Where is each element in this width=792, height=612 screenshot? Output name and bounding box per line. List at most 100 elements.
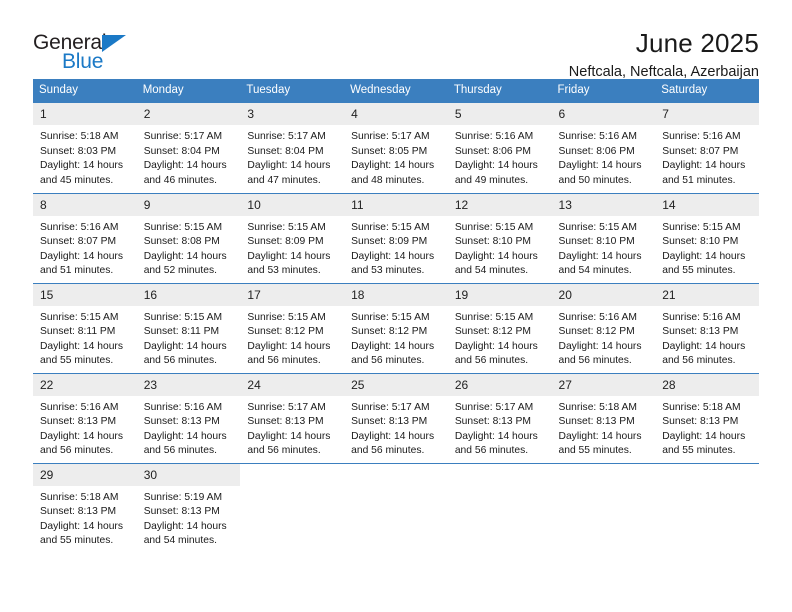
calendar-day-cell[interactable]: 30 Sunrise: 5:19 AM Sunset: 8:13 PM Dayligh… — [136, 462, 241, 553]
day-cell-inner: 10 Sunrise: 5:15 AM Sunset: 8:09 PM Dayligh… — [240, 193, 345, 283]
calendar-day-cell[interactable]: 14 Sunrise: 5:15 AM Sunset: 8:10 PM Dayligh… — [655, 192, 759, 283]
day-number: 4 — [344, 103, 448, 125]
calendar-day-cell-empty — [240, 462, 345, 554]
day-cell-inner: 23 Sunrise: 5:16 AM Sunset: 8:13 PM Dayligh… — [136, 373, 241, 463]
daylight-text-line1: Daylight: 14 hours — [662, 250, 746, 262]
calendar-day-cell[interactable]: 7 Sunrise: 5:16 AM Sunset: 8:07 PM Daylight… — [655, 103, 759, 193]
calendar-day-cell[interactable]: 8 Sunrise: 5:16 AM Sunset: 8:07 PM Daylight… — [33, 192, 137, 283]
day-cell-inner: 13 Sunrise: 5:15 AM Sunset: 8:10 PM Dayligh… — [551, 193, 656, 283]
calendar-day-cell[interactable]: 27 Sunrise: 5:18 AM Sunset: 8:13 PM Dayligh… — [551, 372, 656, 463]
calendar-day-cell[interactable]: 29 Sunrise: 5:18 AM Sunset: 8:13 PM Dayligh… — [33, 462, 137, 554]
day-number: 26 — [447, 373, 552, 396]
sunrise-text: Sunrise: 5:16 AM — [143, 401, 223, 413]
calendar-day-cell[interactable]: 15 Sunrise: 5:15 AM Sunset: 8:11 PM Dayligh… — [33, 282, 137, 373]
sunset-text: Sunset: 8:13 PM — [143, 506, 220, 518]
calendar-day-cell[interactable]: 10 Sunrise: 5:15 AM Sunset: 8:09 PM Dayligh… — [240, 192, 345, 283]
day-number: 2 — [136, 103, 241, 125]
day-cell-inner — [655, 464, 759, 554]
day-cell-inner — [552, 464, 656, 554]
calendar-day-cell[interactable]: 9 Sunrise: 5:15 AM Sunset: 8:08 PM Daylight… — [136, 192, 241, 283]
day-number: 5 — [447, 103, 552, 125]
sunset-text: Sunset: 8:13 PM — [143, 416, 220, 428]
day-cell-inner: 21 Sunrise: 5:16 AM Sunset: 8:13 PM Dayligh… — [655, 283, 759, 373]
daylight-text-line1: Daylight: 14 hours — [351, 160, 435, 172]
daylight-text-line2: and 52 minutes. — [143, 265, 217, 277]
calendar-day-cell[interactable]: 26 Sunrise: 5:17 AM Sunset: 8:13 PM Dayligh… — [447, 372, 552, 463]
daylight-text-line1: Daylight: 14 hours — [454, 160, 538, 172]
daylight-text-line2: and 47 minutes. — [247, 174, 321, 186]
calendar-day-cell[interactable]: 25 Sunrise: 5:17 AM Sunset: 8:13 PM Dayligh… — [344, 372, 448, 463]
day-number: 9 — [136, 193, 241, 216]
day-number — [448, 464, 552, 486]
day-number: 28 — [655, 373, 759, 396]
sunrise-text: Sunrise: 5:16 AM — [558, 131, 637, 142]
calendar-table: Sunday Monday Tuesday Wednesday Thursday… — [33, 79, 759, 553]
sunrise-text: Sunrise: 5:16 AM — [662, 311, 741, 323]
sunrise-text: Sunrise: 5:18 AM — [40, 131, 119, 142]
sunrise-text: Sunrise: 5:15 AM — [247, 221, 326, 233]
page-subtitle: Neftcala, Neftcala, Azerbaijan — [568, 64, 759, 80]
calendar-day-cell[interactable]: 24 Sunrise: 5:17 AM Sunset: 8:13 PM Dayligh… — [240, 372, 345, 463]
day-info: Sunrise: 5:15 AM Sunset: 8:08 PM Daylight:… — [137, 216, 241, 279]
day-cell-inner: 1 Sunrise: 5:18 AM Sunset: 8:03 PM Daylight… — [33, 103, 137, 193]
sunset-text: Sunset: 8:13 PM — [454, 416, 531, 428]
calendar-day-cell[interactable]: 17 Sunrise: 5:15 AM Sunset: 8:12 PM Dayligh… — [240, 282, 345, 373]
daylight-text-line2: and 56 minutes. — [143, 445, 217, 457]
calendar-day-cell[interactable]: 5 Sunrise: 5:16 AM Sunset: 8:06 PM Daylight… — [447, 103, 552, 193]
calendar-day-cell-empty — [447, 462, 552, 553]
logo-triangle-icon — [102, 35, 126, 52]
daylight-text-line1: Daylight: 14 hours — [558, 160, 642, 172]
sunset-text: Sunset: 8:13 PM — [662, 326, 739, 338]
calendar-day-cell[interactable]: 4 Sunrise: 5:17 AM Sunset: 8:05 PM Daylight… — [344, 103, 448, 193]
sunset-text: Sunset: 8:10 PM — [558, 236, 635, 248]
daylight-text-line1: Daylight: 14 hours — [40, 250, 123, 262]
sunset-text: Sunset: 8:11 PM — [40, 326, 116, 338]
logo-text-blue: Blue — [62, 50, 104, 73]
day-info: Sunrise: 5:15 AM Sunset: 8:10 PM Daylight:… — [655, 216, 759, 279]
general-blue-logo[interactable]: General Blue — [33, 26, 165, 84]
day-cell-inner: 29 Sunrise: 5:18 AM Sunset: 8:13 PM Dayligh… — [33, 463, 137, 554]
day-info: Sunrise: 5:16 AM Sunset: 8:06 PM Daylight:… — [448, 125, 552, 188]
sunset-text: Sunset: 8:13 PM — [662, 416, 739, 428]
day-cell-inner: 24 Sunrise: 5:17 AM Sunset: 8:13 PM Dayligh… — [240, 373, 345, 463]
sunset-text: Sunset: 8:07 PM — [662, 145, 739, 157]
calendar-day-cell-empty — [551, 462, 656, 554]
calendar-day-cell[interactable]: 1 Sunrise: 5:18 AM Sunset: 8:03 PM Daylight… — [33, 103, 137, 193]
daylight-text-line2: and 55 minutes. — [558, 445, 632, 457]
daylight-text-line2: and 54 minutes. — [454, 265, 529, 277]
daylight-text-line1: Daylight: 14 hours — [454, 340, 538, 352]
calendar-day-cell[interactable]: 16 Sunrise: 5:15 AM Sunset: 8:11 PM Dayligh… — [136, 282, 241, 373]
day-info: Sunrise: 5:15 AM Sunset: 8:11 PM Daylight:… — [33, 306, 137, 369]
day-number: 17 — [240, 283, 345, 306]
calendar-day-cell[interactable]: 11 Sunrise: 5:15 AM Sunset: 8:09 PM Dayligh… — [344, 192, 448, 283]
calendar-day-cell[interactable]: 22 Sunrise: 5:16 AM Sunset: 8:13 PM Dayligh… — [33, 372, 137, 463]
day-number: 25 — [344, 373, 448, 396]
day-info: Sunrise: 5:16 AM Sunset: 8:12 PM Daylight:… — [552, 306, 656, 369]
day-number: 1 — [33, 103, 137, 125]
sunrise-text: Sunrise: 5:15 AM — [351, 311, 430, 323]
day-cell-inner: 6 Sunrise: 5:16 AM Sunset: 8:06 PM Daylight… — [551, 103, 656, 193]
daylight-text-line1: Daylight: 14 hours — [662, 340, 746, 352]
day-cell-inner — [240, 464, 344, 554]
calendar-day-cell[interactable]: 12 Sunrise: 5:15 AM Sunset: 8:10 PM Dayligh… — [447, 192, 552, 283]
sunset-text: Sunset: 8:13 PM — [40, 416, 117, 428]
calendar-day-cell[interactable]: 28 Sunrise: 5:18 AM Sunset: 8:13 PM Dayligh… — [655, 372, 759, 463]
calendar-day-cell[interactable]: 20 Sunrise: 5:16 AM Sunset: 8:12 PM Dayligh… — [551, 282, 656, 373]
sunrise-text: Sunrise: 5:17 AM — [351, 131, 430, 142]
calendar-day-cell[interactable]: 23 Sunrise: 5:16 AM Sunset: 8:13 PM Dayligh… — [136, 372, 241, 463]
day-number: 8 — [33, 193, 137, 216]
sunrise-text: Sunrise: 5:15 AM — [454, 221, 534, 233]
day-cell-inner: 7 Sunrise: 5:16 AM Sunset: 8:07 PM Daylight… — [655, 103, 759, 193]
calendar-day-cell[interactable]: 18 Sunrise: 5:15 AM Sunset: 8:12 PM Dayligh… — [344, 282, 448, 373]
calendar-day-cell[interactable]: 6 Sunrise: 5:16 AM Sunset: 8:06 PM Daylight… — [551, 103, 656, 193]
title-block: June 2025 Neftcala, Neftcala, Azerbaijan — [569, 26, 759, 83]
day-cell-inner: 9 Sunrise: 5:15 AM Sunset: 8:08 PM Daylight… — [136, 193, 241, 283]
calendar-day-cell[interactable]: 21 Sunrise: 5:16 AM Sunset: 8:13 PM Dayligh… — [655, 282, 759, 373]
sunrise-text: Sunrise: 5:17 AM — [143, 131, 223, 142]
sunrise-text: Sunrise: 5:16 AM — [40, 401, 119, 413]
calendar-day-cell[interactable]: 19 Sunrise: 5:15 AM Sunset: 8:12 PM Dayligh… — [447, 282, 552, 373]
day-number: 29 — [33, 463, 137, 486]
calendar-day-cell[interactable]: 2 Sunrise: 5:17 AM Sunset: 8:04 PM Daylight… — [136, 103, 241, 193]
calendar-day-cell[interactable]: 13 Sunrise: 5:15 AM Sunset: 8:10 PM Dayligh… — [551, 192, 656, 283]
calendar-day-cell[interactable]: 3 Sunrise: 5:17 AM Sunset: 8:04 PM Daylight… — [240, 103, 345, 193]
